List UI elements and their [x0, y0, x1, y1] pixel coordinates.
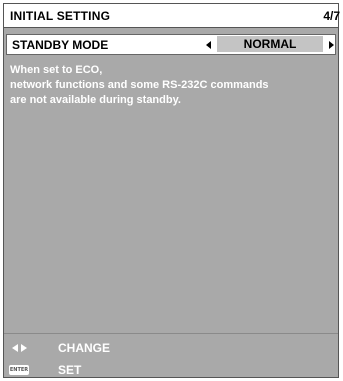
arrow-left-icon[interactable] — [206, 41, 211, 49]
enter-key-icon: ENTER — [9, 365, 29, 375]
standby-mode-selector[interactable]: NORMAL — [203, 35, 335, 54]
menu-header: INITIAL SETTING 4/7 — [4, 4, 340, 28]
menu-title: INITIAL SETTING — [10, 9, 111, 23]
menu-screen: INITIAL SETTING 4/7 STANDBY MODE NORMAL … — [3, 3, 340, 380]
description-line: network functions and some RS-232C comma… — [10, 79, 269, 91]
description-line: When set to ECO, — [10, 64, 103, 76]
description-line: are not available during standby. — [10, 94, 181, 106]
page-indicator: 4/7 — [323, 9, 340, 23]
arrow-right-icon[interactable] — [329, 41, 334, 49]
footer-change-hint: CHANGE — [4, 338, 338, 358]
standby-mode-row[interactable]: STANDBY MODE NORMAL — [6, 34, 336, 55]
set-label: SET — [58, 363, 82, 377]
standby-mode-label: STANDBY MODE — [12, 38, 109, 52]
change-label: CHANGE — [58, 341, 111, 355]
footer-set-hint: ENTER SET — [4, 360, 338, 380]
description-text: When set to ECO, network functions and s… — [10, 63, 332, 108]
footer-divider — [4, 333, 338, 334]
left-right-arrows-icon — [12, 343, 28, 353]
standby-mode-value[interactable]: NORMAL — [217, 36, 323, 52]
